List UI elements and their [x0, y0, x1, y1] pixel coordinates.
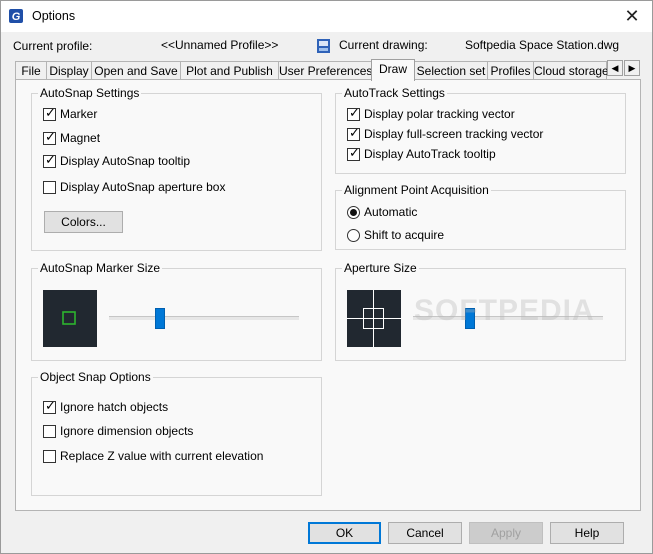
checkbox-box[interactable]: ✓ [43, 152, 56, 168]
tab-open-and-save[interactable]: Open and Save [91, 61, 181, 80]
checkbox-label: Display full-screen tracking vector [364, 127, 544, 141]
tab-user-preferences[interactable]: User Preferences [278, 61, 372, 80]
checkbox-label: Ignore hatch objects [60, 400, 169, 414]
alignment-point-title: Alignment Point Acquisition [342, 183, 491, 197]
radio-button[interactable] [347, 206, 360, 219]
tab-scroll-left-icon[interactable]: ◀ [607, 60, 623, 76]
window-title: Options [32, 9, 76, 23]
aperture-size-title: Aperture Size [342, 261, 419, 275]
current-profile-value: <<Unnamed Profile>> [161, 38, 279, 52]
marker-size-title: AutoSnap Marker Size [38, 261, 163, 275]
checkmark-icon: ✓ [349, 105, 360, 120]
checkbox-label: Replace Z value with current elevation [60, 449, 264, 463]
checkmark-icon: ✓ [349, 125, 360, 140]
tab-file[interactable]: File [15, 61, 47, 80]
tab-draw[interactable]: Draw [371, 59, 415, 81]
checkmark-icon: ✓ [45, 398, 56, 413]
checkmark-icon: ✓ [349, 145, 360, 160]
checkbox-box[interactable] [43, 425, 56, 438]
marker-preview [43, 290, 97, 347]
drawing-file-icon [317, 39, 330, 53]
radio-dot-icon [350, 209, 357, 216]
cancel-button[interactable]: Cancel [388, 522, 462, 544]
alignment-point-group: Alignment Point Acquisition Automatic Sh… [335, 183, 626, 250]
checkbox-box[interactable] [43, 181, 56, 194]
checkbox-box[interactable]: ✓ [347, 125, 360, 141]
ok-button[interactable]: OK [308, 522, 381, 544]
tab-cloud-storage[interactable]: Cloud storage [533, 61, 609, 80]
tab-plot-and-publish[interactable]: Plot and Publish [180, 61, 279, 80]
current-profile-label: Current profile: [13, 39, 93, 53]
colors-button[interactable]: Colors... [44, 211, 123, 233]
checkbox-label: Display AutoSnap tooltip [60, 154, 191, 168]
checkbox-box[interactable]: ✓ [43, 105, 56, 121]
autotrack-settings-title: AutoTrack Settings [342, 86, 447, 100]
checkbox-box[interactable]: ✓ [43, 398, 56, 414]
checkbox-label: Display AutoTrack tooltip [364, 147, 496, 161]
checkbox-label: Marker [60, 107, 98, 121]
g-app-icon: G [9, 9, 23, 23]
autosnap-settings-title: AutoSnap Settings [38, 86, 142, 100]
radio-label: Shift to acquire [364, 228, 445, 242]
tab-scroll-right-icon[interactable]: ▶ [624, 60, 640, 76]
current-drawing-value: Softpedia Space Station.dwg [465, 38, 620, 52]
autotrack-settings-group: AutoTrack Settings ✓ Display polar track… [335, 86, 626, 174]
marker-square-icon [62, 311, 76, 325]
aperture-crosshair-icon [347, 290, 401, 347]
tab-strip: File Display Open and Save Plot and Publ… [15, 59, 641, 81]
checkbox-box[interactable] [43, 450, 56, 463]
autosnap-settings-group: AutoSnap Settings ✓ Marker ✓ Magnet ✓ Di… [31, 86, 322, 251]
object-snap-group: Object Snap Options ✓ Ignore hatch objec… [31, 370, 322, 496]
tab-selection-set[interactable]: Selection set [414, 61, 488, 80]
checkbox-box[interactable]: ✓ [347, 145, 360, 161]
checkbox-label: Display AutoSnap aperture box [60, 180, 226, 194]
marker-size-slider-thumb[interactable] [155, 308, 166, 329]
softpedia-watermark: SOFTPEDIA [414, 294, 595, 327]
radio-button[interactable] [347, 229, 360, 242]
close-icon[interactable]: ✕ [622, 5, 642, 27]
draw-tab-panel: AutoSnap Settings ✓ Marker ✓ Magnet ✓ Di… [15, 79, 641, 511]
aperture-preview [347, 290, 401, 347]
tab-profiles[interactable]: Profiles [487, 61, 534, 80]
checkbox-box[interactable]: ✓ [43, 129, 56, 145]
marker-size-slider-track[interactable] [109, 316, 299, 320]
checkmark-icon: ✓ [45, 129, 56, 144]
current-drawing-label: Current drawing: [339, 38, 428, 52]
radio-label: Automatic [364, 205, 418, 219]
help-button[interactable]: Help [550, 522, 624, 544]
profile-row: Current profile: <<Unnamed Profile>> Cur… [1, 38, 652, 56]
checkbox-label: Display polar tracking vector [364, 107, 515, 121]
tab-display[interactable]: Display [46, 61, 92, 80]
checkmark-icon: ✓ [45, 105, 56, 120]
checkbox-box[interactable]: ✓ [347, 105, 360, 121]
svg-text:G: G [12, 11, 21, 23]
options-dialog: G Options ✕ Current profile: <<Unnamed P… [0, 0, 653, 554]
marker-size-group: AutoSnap Marker Size [31, 261, 322, 361]
checkmark-icon: ✓ [45, 152, 56, 167]
checkbox-label: Ignore dimension objects [60, 424, 194, 438]
title-bar: G Options ✕ [1, 1, 652, 32]
checkbox-label: Magnet [60, 131, 101, 145]
object-snap-title: Object Snap Options [38, 370, 153, 384]
apply-button: Apply [469, 522, 543, 544]
